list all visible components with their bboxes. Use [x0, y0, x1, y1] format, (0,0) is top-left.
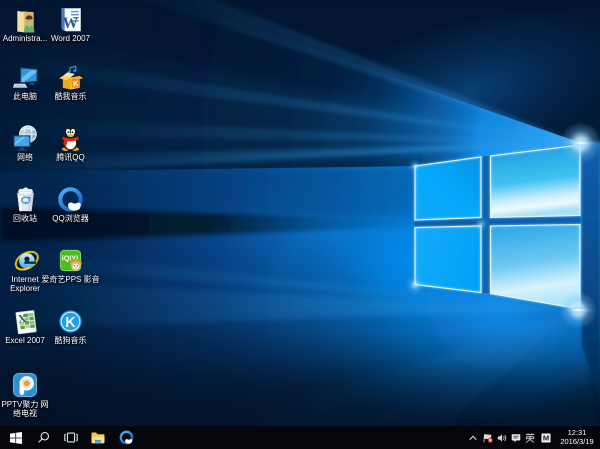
svg-text:W: W	[63, 15, 79, 32]
svg-text:K: K	[73, 79, 80, 88]
svg-text:K: K	[65, 315, 76, 331]
svg-text:M: M	[543, 433, 549, 442]
